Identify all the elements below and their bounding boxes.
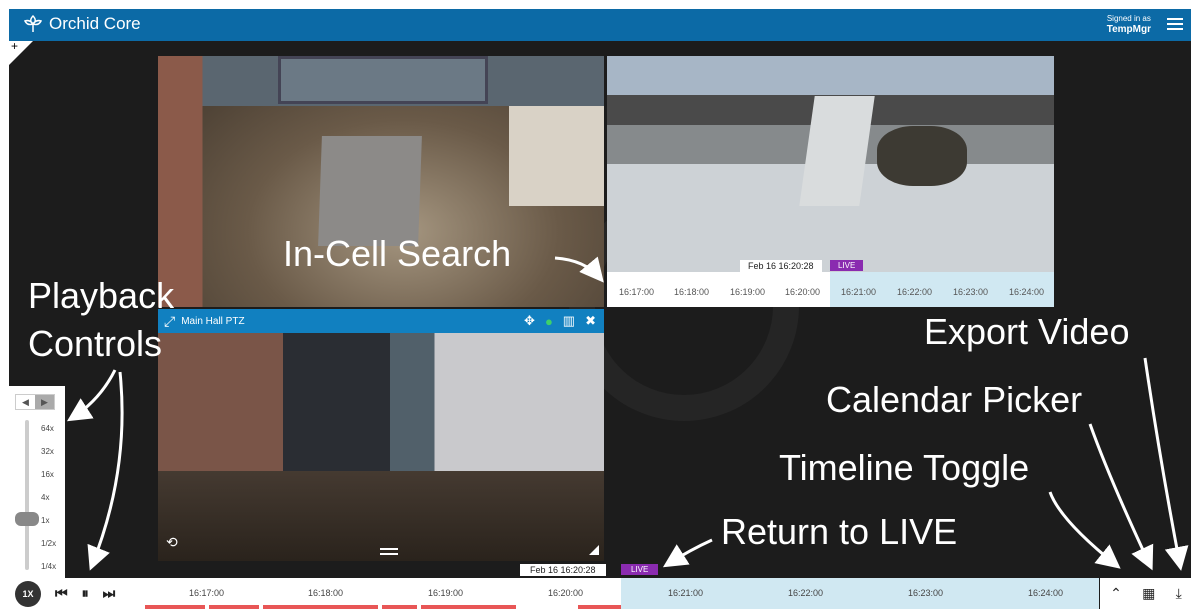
brand[interactable]: Orchid Core — [23, 14, 141, 34]
camera-cell-exterior[interactable] — [607, 56, 1054, 272]
analytics-chart-icon[interactable]: ▥ — [563, 313, 575, 329]
ptz-crosshair-icon[interactable]: ✥ — [524, 313, 535, 329]
camera-cell-main-hall[interactable]: ⤢ Main Hall PTZ ✥ ● ▥ ✖ ⟲ — [158, 309, 604, 561]
recording-segment — [145, 605, 205, 609]
top-bar: Orchid Core Signed in as TempMgr — [9, 9, 1191, 41]
cell-toolbar: ⤢ Main Hall PTZ ✥ ● ▥ ✖ — [158, 309, 604, 333]
cell-title: Main Hall PTZ — [181, 315, 245, 327]
dewarp-icon[interactable]: ⟲ — [166, 534, 178, 551]
annotation-in-cell-search: In-Cell Search — [283, 233, 512, 274]
speed-level: 1/4x — [41, 562, 57, 571]
signed-in-label: Signed in as — [1106, 14, 1151, 23]
in-cell-timestamp: Feb 16 16:20:28 — [740, 260, 822, 272]
in-cell-live-button[interactable]: LIVE — [830, 260, 864, 271]
speed-level: 1x — [41, 516, 50, 525]
playback-controls: 1X ⏮ ⏸ ⏭ — [9, 578, 145, 609]
annotation-controls: Controls — [28, 323, 163, 364]
tick-label: 16:19:00 — [428, 588, 464, 598]
pause-icon[interactable]: ⏸ — [82, 585, 89, 602]
calendar-icon[interactable]: ▦ — [1142, 585, 1155, 602]
tick-label: 16:18:00 — [674, 287, 710, 297]
orchid-logo-icon — [23, 14, 43, 32]
speed-level: 1/2x — [41, 539, 57, 548]
main-timeline[interactable]: 16:17:00 16:18:00 16:19:00 16:20:00 16:2… — [145, 578, 1099, 609]
download-icon[interactable]: ⤓ — [1176, 585, 1182, 602]
chevron-up-icon[interactable]: ⌃ — [1110, 585, 1122, 602]
plus-icon: + — [11, 41, 19, 53]
speed-control-panel: ◀ ▶ 64x 32x 16x 4x 1x 1/2x 1/4x — [9, 386, 65, 578]
tick-label: 16:21:00 — [841, 287, 877, 297]
hamburger-menu-icon[interactable] — [1167, 16, 1183, 32]
tick-label: 16:21:00 — [668, 588, 704, 598]
bottom-bar: 1X ⏮ ⏸ ⏭ 16:17:00 16:18:00 16:19:00 16:2… — [9, 578, 1191, 609]
in-cell-timeline[interactable]: Feb 16 16:20:28 LIVE 16:17:00 16:18:00 1… — [607, 260, 1054, 307]
timeline-buttons: ⌃ ▦ ⤓ — [1100, 578, 1192, 609]
speed-level: 64x — [41, 424, 54, 433]
annotation-calendar-picker: Calendar Picker — [826, 379, 1083, 420]
skip-forward-icon[interactable]: ⏭ — [103, 585, 116, 602]
skip-back-icon[interactable]: ⏮ — [55, 585, 68, 602]
annotation-export-video: Export Video — [924, 311, 1130, 352]
speed-level: 4x — [41, 493, 50, 502]
tick-label: 16:18:00 — [308, 588, 344, 598]
speed-level: 16x — [41, 470, 54, 479]
speed-slider-knob[interactable] — [15, 512, 39, 526]
annotation-return-to-live: Return to LIVE — [721, 511, 958, 552]
drag-handle-icon[interactable] — [380, 548, 398, 555]
recording-segment — [578, 605, 621, 609]
recording-segment — [421, 605, 516, 609]
tick-label: 16:22:00 — [788, 588, 824, 598]
video-grid: + Feb 16 16:20:28 LIVE 16:17:00 16:18:00… — [9, 41, 1191, 578]
speed-step-buttons: ◀ ▶ — [15, 394, 55, 410]
main-timestamp: Feb 16 16:20:28 — [520, 564, 606, 576]
video-content — [509, 106, 604, 206]
speed-level: 32x — [41, 447, 54, 456]
step-forward-icon[interactable]: ▶ — [35, 395, 54, 409]
step-back-icon[interactable]: ◀ — [16, 395, 35, 409]
tick-label: 16:23:00 — [908, 588, 944, 598]
app-title: Orchid Core — [49, 14, 141, 33]
close-icon[interactable]: ✖ — [585, 313, 596, 329]
video-content — [877, 126, 967, 186]
tick-label: 16:22:00 — [897, 287, 933, 297]
resize-corner-icon[interactable] — [589, 545, 599, 555]
tick-label: 16:24:00 — [1009, 287, 1045, 297]
recording-segment — [209, 605, 259, 609]
speed-slider-track[interactable] — [25, 420, 29, 570]
tick-label: 16:24:00 — [1028, 588, 1064, 598]
tick-label: 16:17:00 — [189, 588, 225, 598]
video-content — [799, 96, 875, 206]
video-content — [278, 56, 488, 104]
signed-in-info: Signed in as TempMgr — [1107, 13, 1151, 35]
turtle-icon[interactable]: ● — [545, 314, 553, 329]
video-content — [318, 136, 422, 246]
return-to-live-button[interactable]: LIVE — [621, 564, 659, 575]
annotation-playback: Playback — [28, 275, 175, 316]
tick-label: 16:23:00 — [953, 287, 989, 297]
recording-segment — [382, 605, 417, 609]
tick-label: 16:20:00 — [785, 287, 821, 297]
tick-label: 16:19:00 — [730, 287, 766, 297]
cell-toolbar-icons: ✥ ● ▥ ✖ — [524, 313, 596, 329]
speed-button[interactable]: 1X — [15, 580, 41, 607]
tick-label: 16:20:00 — [548, 588, 584, 598]
username: TempMgr — [1106, 24, 1151, 35]
annotation-timeline-toggle: Timeline Toggle — [779, 447, 1030, 488]
recording-segment — [263, 605, 378, 609]
tick-label: 16:17:00 — [619, 287, 655, 297]
add-cell-button[interactable]: + — [9, 41, 33, 65]
